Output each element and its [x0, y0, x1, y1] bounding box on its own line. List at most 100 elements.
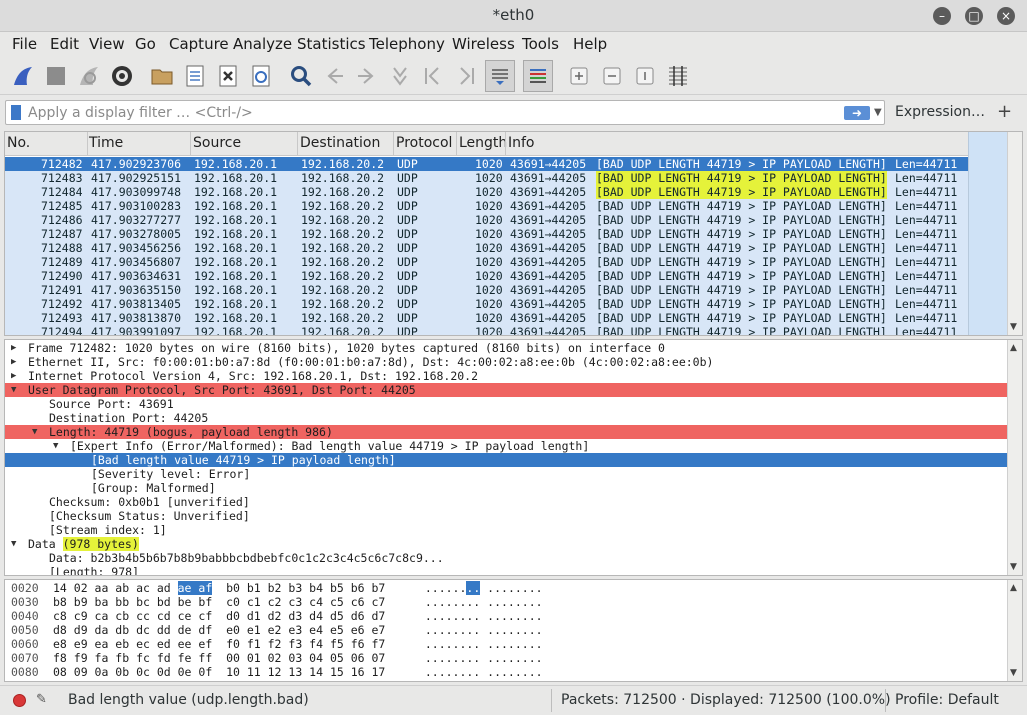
packet-list-scrollbar[interactable]: ▼ [1007, 132, 1022, 335]
go-to-packet-icon[interactable] [386, 62, 414, 90]
restart-icon[interactable] [75, 62, 103, 90]
cell-source: 192.168.20.1 [194, 255, 278, 269]
menu-edit[interactable]: Edit [50, 35, 79, 53]
resize-columns-icon[interactable] [664, 62, 692, 90]
detail-row[interactable]: Checksum: 0xb0b1 [unverified] [5, 495, 1009, 509]
detail-row[interactable]: [Bad length value 44719 > IP payload len… [5, 453, 1009, 467]
collapsed-triangle-icon[interactable]: ▶ [11, 369, 16, 383]
scroll-up-icon[interactable]: ▲ [1010, 583, 1017, 593]
save-file-icon[interactable] [181, 62, 209, 90]
forward-icon[interactable] [353, 62, 381, 90]
packet-row[interactable]: 712491 417.903635150 192.168.20.1 192.168.2… [5, 283, 1008, 297]
packet-row[interactable]: 712488 417.903456256 192.168.20.1 192.168.2… [5, 241, 1008, 255]
detail-row[interactable]: [Group: Malformed] [5, 481, 1009, 495]
packet-row[interactable]: 712490 417.903634631 192.168.20.1 192.168.2… [5, 269, 1008, 283]
detail-row[interactable]: [Checksum Status: Unverified] [5, 509, 1009, 523]
expanded-triangle-icon[interactable]: ▼ [32, 425, 37, 439]
menu-file[interactable]: File [12, 35, 37, 53]
menu-go[interactable]: Go [135, 35, 156, 53]
open-folder-icon[interactable] [148, 62, 176, 90]
detail-row[interactable]: Source Port: 43691 [5, 397, 1009, 411]
expression-button[interactable]: Expression… [895, 104, 985, 120]
menu-capture[interactable]: Capture [169, 35, 229, 53]
column-no[interactable]: No. [7, 135, 30, 151]
packet-row[interactable]: 712489 417.903456807 192.168.20.1 192.168.2… [5, 255, 1008, 269]
normal-size-icon[interactable] [631, 62, 659, 90]
detail-row[interactable]: ▶ Frame 712482: 1020 bytes on wire (8160 … [5, 341, 1009, 355]
display-filter-field[interactable]: ➜ ▼ [5, 100, 885, 125]
last-packet-icon[interactable] [452, 62, 480, 90]
zoom-out-icon[interactable] [598, 62, 626, 90]
menu-telephony[interactable]: Telephony [369, 35, 445, 53]
menu-help[interactable]: Help [573, 35, 607, 53]
column-length[interactable]: Length [459, 135, 507, 151]
scroll-down-icon[interactable]: ▼ [1010, 562, 1017, 572]
colorize-icon[interactable] [523, 60, 553, 92]
reload-icon[interactable] [247, 62, 275, 90]
packet-row[interactable]: 712483 417.902925151 192.168.20.1 192.168.2… [5, 171, 1008, 185]
packet-row[interactable]: 712484 417.903099748 192.168.20.1 192.168.2… [5, 185, 1008, 199]
find-icon[interactable] [287, 62, 315, 90]
collapsed-triangle-icon[interactable]: ▶ [11, 355, 16, 369]
column-info[interactable]: Info [508, 135, 535, 151]
menu-wireless[interactable]: Wireless [452, 35, 515, 53]
column-time[interactable]: Time [89, 135, 123, 151]
column-source[interactable]: Source [193, 135, 241, 151]
add-filter-button[interactable]: + [997, 101, 1012, 122]
back-icon[interactable] [320, 62, 348, 90]
detail-row[interactable]: ▼ User Datagram Protocol, Src Port: 43691… [5, 383, 1009, 397]
detail-row[interactable]: ▶ Internet Protocol Version 4, Src: 192.1… [5, 369, 1009, 383]
packet-row[interactable]: 712492 417.903813405 192.168.20.1 192.168.2… [5, 297, 1008, 311]
packet-row[interactable]: 712485 417.903100283 192.168.20.1 192.168.2… [5, 199, 1008, 213]
first-packet-icon[interactable] [419, 62, 447, 90]
cell-time: 417.903635150 [91, 283, 182, 297]
detail-row[interactable]: [Stream index: 1] [5, 523, 1009, 537]
minimize-button[interactable]: – [933, 7, 951, 25]
detail-row[interactable]: Destination Port: 44205 [5, 411, 1009, 425]
detail-row[interactable]: [Severity level: Error] [5, 467, 1009, 481]
profile-label[interactable]: Profile: Default [895, 692, 999, 708]
close-button[interactable]: × [997, 7, 1015, 25]
detail-row[interactable]: Data: b2b3b4b5b6b7b8b9babbbcbdbebfc0c1c2… [5, 551, 1009, 565]
column-destination[interactable]: Destination [300, 135, 380, 151]
packet-row[interactable]: 712494 417.903991097 192.168.20.1 192.168.2… [5, 325, 1008, 336]
scroll-down-icon[interactable]: ▼ [1010, 668, 1017, 678]
display-filter-input[interactable] [28, 103, 828, 122]
apply-filter-arrow-icon[interactable]: ➜ [844, 106, 870, 120]
autoscroll-icon[interactable] [485, 60, 515, 92]
zoom-in-icon[interactable] [565, 62, 593, 90]
packet-row[interactable]: 712493 417.903813870 192.168.20.1 192.168.2… [5, 311, 1008, 325]
expanded-triangle-icon[interactable]: ▼ [11, 537, 16, 551]
expanded-triangle-icon[interactable]: ▼ [53, 439, 58, 453]
detail-row[interactable]: ▼ Length: 44719 (bogus, payload length 98… [5, 425, 1009, 439]
menu-analyze[interactable]: Analyze [233, 35, 292, 53]
scroll-down-icon[interactable]: ▼ [1010, 322, 1017, 332]
expert-info-icon[interactable] [13, 694, 26, 707]
column-protocol[interactable]: Protocol [396, 135, 452, 151]
packet-row[interactable]: 712487 417.903278005 192.168.20.1 192.168.2… [5, 227, 1008, 241]
menu-tools[interactable]: Tools [522, 35, 559, 53]
menu-statistics[interactable]: Statistics [297, 35, 366, 53]
shark-fin-start-icon[interactable] [9, 62, 37, 90]
detail-row[interactable]: ▼ [Expert Info (Error/Malformed): Bad len… [5, 439, 1009, 453]
packet-minimap[interactable] [968, 132, 1008, 335]
bookmark-icon[interactable] [11, 105, 21, 120]
packet-row[interactable]: 712486 417.903277277 192.168.20.1 192.168.2… [5, 213, 1008, 227]
expanded-triangle-icon[interactable]: ▼ [11, 383, 16, 397]
scroll-up-icon[interactable]: ▲ [1010, 343, 1017, 353]
detail-row[interactable]: ▼ Data (978 bytes) [5, 537, 1009, 551]
maximize-button[interactable]: □ [965, 7, 983, 25]
menu-view[interactable]: View [89, 35, 125, 53]
close-file-icon[interactable] [214, 62, 242, 90]
details-scrollbar[interactable]: ▲ ▼ [1007, 340, 1022, 575]
packet-row[interactable]: 712482 417.902923706 192.168.20.1 192.168.2… [5, 157, 1008, 171]
stop-icon[interactable] [42, 62, 70, 90]
bytes-scrollbar[interactable]: ▲ ▼ [1007, 580, 1022, 681]
edit-comment-icon[interactable]: ✎ [36, 692, 47, 707]
collapsed-triangle-icon[interactable]: ▶ [11, 341, 16, 355]
detail-row[interactable]: [Length: 978] [5, 565, 1009, 575]
options-gear-icon[interactable] [108, 62, 136, 90]
cell-destination: 192.168.20.2 [301, 325, 385, 336]
filter-history-dropdown-icon[interactable]: ▼ [874, 107, 882, 118]
detail-row[interactable]: ▶ Ethernet II, Src: f0:00:01:b0:a7:8d (f0… [5, 355, 1009, 369]
